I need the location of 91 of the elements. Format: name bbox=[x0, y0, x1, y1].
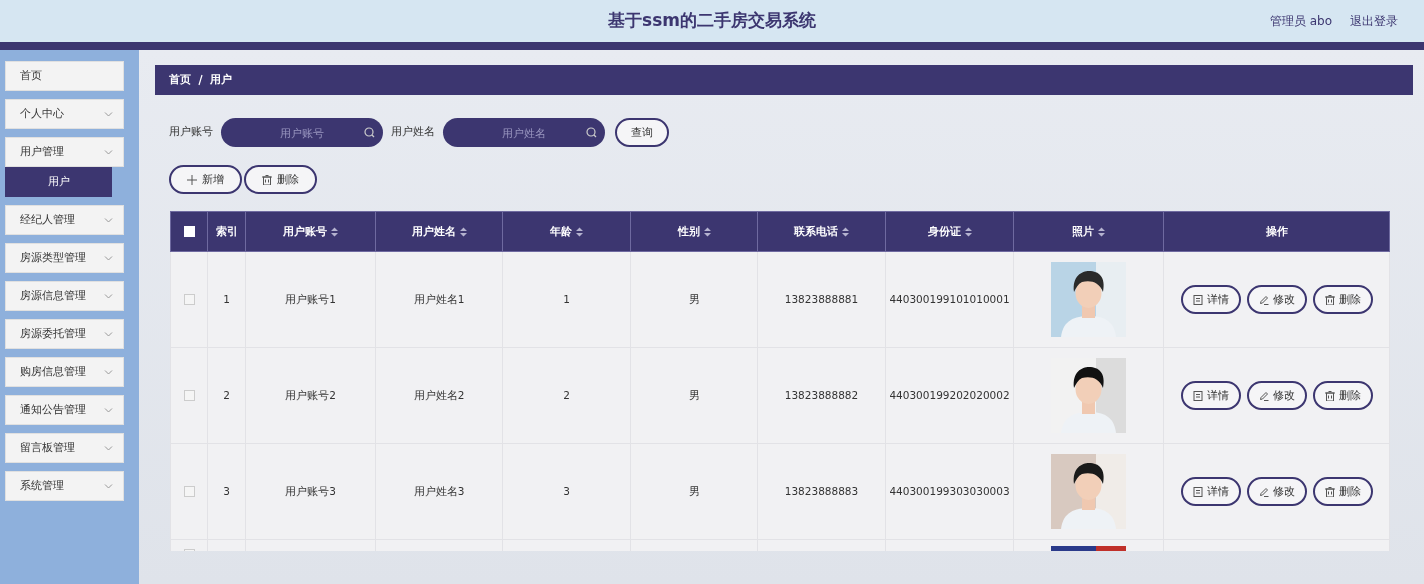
trash-icon bbox=[1324, 390, 1335, 401]
sidebar-item[interactable]: 房源委托管理 bbox=[5, 319, 124, 349]
table-cell: 男 bbox=[688, 292, 700, 305]
table-cell: 2 bbox=[223, 388, 230, 401]
delete-button[interactable]: 删除 bbox=[1312, 477, 1373, 506]
table-cell: 用户姓名1 bbox=[413, 292, 465, 305]
chevron-icon bbox=[104, 292, 113, 300]
breadcrumb-link[interactable]: 首页 bbox=[169, 72, 191, 88]
sidebar-item[interactable]: 房源信息管理 bbox=[5, 281, 124, 311]
delete-button[interactable]: 删除 bbox=[1312, 285, 1373, 314]
table-cell: 1 bbox=[563, 292, 570, 305]
table-cell: 1 bbox=[223, 292, 230, 305]
column-header[interactable]: 操作 bbox=[1265, 224, 1288, 237]
chevron-icon bbox=[104, 444, 113, 452]
table-cell: 440300199303030003 bbox=[889, 484, 1010, 497]
sidebar-item[interactable]: 购房信息管理 bbox=[5, 357, 124, 387]
logout-link[interactable]: 退出登录 bbox=[1350, 12, 1398, 30]
sidebar-item[interactable]: 通知公告管理 bbox=[5, 395, 124, 425]
search-icon bbox=[586, 127, 597, 138]
table-cell: 13823888883 bbox=[784, 484, 859, 497]
pencil-icon bbox=[1258, 486, 1269, 497]
chevron-icon bbox=[104, 482, 113, 490]
chevron-icon bbox=[104, 216, 113, 224]
delete-button[interactable]: 删除 bbox=[1312, 381, 1373, 410]
column-header[interactable]: 照片 bbox=[1072, 224, 1094, 237]
row-checkbox[interactable] bbox=[183, 486, 195, 498]
plus-icon bbox=[187, 174, 197, 185]
row-checkbox[interactable] bbox=[183, 390, 195, 402]
edit-button[interactable]: 修改 bbox=[1246, 477, 1307, 506]
table-cell: 用户账号1 bbox=[285, 292, 336, 305]
sidebar-item[interactable]: 个人中心 bbox=[5, 99, 124, 129]
chevron-icon bbox=[104, 110, 113, 118]
trash-icon bbox=[262, 174, 272, 185]
delete-button[interactable]: 删除 bbox=[244, 165, 317, 194]
submenu-item[interactable]: 用户 bbox=[5, 167, 112, 197]
sidebar-item[interactable]: 留言板管理 bbox=[5, 433, 124, 463]
column-header[interactable]: 年龄 bbox=[550, 224, 572, 237]
sidebar-item[interactable]: 经纪人管理 bbox=[5, 205, 124, 235]
pencil-icon bbox=[1258, 390, 1269, 401]
sidebar-item[interactable]: 房源类型管理 bbox=[5, 243, 124, 273]
document-icon bbox=[1192, 390, 1203, 401]
trash-icon bbox=[1324, 294, 1335, 305]
row-checkbox[interactable] bbox=[183, 294, 195, 306]
sidebar-item[interactable]: 系统管理 bbox=[5, 471, 124, 501]
column-header[interactable]: 联系电话 bbox=[794, 224, 838, 237]
breadcrumb-current: 用户 bbox=[210, 72, 232, 88]
search-icon bbox=[364, 127, 375, 138]
search-field[interactable]: 用户账号 bbox=[221, 118, 383, 147]
detail-button[interactable]: 详情 bbox=[1180, 381, 1241, 410]
table-cell: 440300199101010001 bbox=[889, 292, 1010, 305]
chevron-icon bbox=[104, 368, 113, 376]
user-label: 管理员 abo bbox=[1269, 13, 1332, 30]
table-cell: 用户账号2 bbox=[285, 388, 336, 401]
table-cell: 用户姓名3 bbox=[413, 484, 465, 497]
trash-icon bbox=[1324, 486, 1335, 497]
app-title: 基于ssm的二手房交易系统 bbox=[608, 9, 816, 33]
chevron-icon bbox=[104, 254, 113, 262]
table-cell: 3 bbox=[223, 484, 230, 497]
separator-icon bbox=[197, 74, 204, 86]
query-button[interactable]: 查询 bbox=[615, 118, 669, 147]
detail-button[interactable]: 详情 bbox=[1180, 477, 1241, 506]
column-header[interactable]: 身份证 bbox=[927, 224, 961, 237]
table-cell: 13823888882 bbox=[784, 388, 859, 401]
select-all-checkbox[interactable] bbox=[183, 226, 195, 238]
column-header[interactable]: 用户姓名 bbox=[411, 224, 456, 237]
table-cell: 13823888881 bbox=[784, 292, 859, 305]
table-cell: 3 bbox=[563, 484, 570, 497]
document-icon bbox=[1192, 486, 1203, 497]
table-cell: 男 bbox=[688, 484, 700, 497]
field-label: 用户姓名 bbox=[391, 124, 435, 141]
chevron-icon bbox=[104, 406, 113, 414]
column-header[interactable]: 性别 bbox=[677, 224, 700, 237]
search-field[interactable]: 用户姓名 bbox=[443, 118, 605, 147]
table-cell: 男 bbox=[688, 388, 700, 401]
column-header[interactable]: 索引 bbox=[215, 224, 238, 237]
document-icon bbox=[1192, 294, 1203, 305]
sidebar-item[interactable]: 用户管理 bbox=[5, 137, 124, 167]
add-button[interactable]: 新增 bbox=[169, 165, 242, 194]
pencil-icon bbox=[1258, 294, 1269, 305]
chevron-icon bbox=[104, 330, 113, 338]
detail-button[interactable]: 详情 bbox=[1180, 285, 1241, 314]
field-label: 用户账号 bbox=[169, 124, 213, 141]
chevron-icon bbox=[104, 148, 113, 156]
table-cell: 用户姓名2 bbox=[413, 388, 465, 401]
table-cell: 440300199202020002 bbox=[889, 388, 1010, 401]
sidebar-item[interactable]: 首页 bbox=[5, 61, 124, 91]
column-header[interactable]: 用户账号 bbox=[283, 224, 327, 237]
edit-button[interactable]: 修改 bbox=[1246, 381, 1307, 410]
table-cell: 用户账号3 bbox=[285, 484, 336, 497]
table-cell: 2 bbox=[563, 388, 570, 401]
edit-button[interactable]: 修改 bbox=[1246, 285, 1307, 314]
